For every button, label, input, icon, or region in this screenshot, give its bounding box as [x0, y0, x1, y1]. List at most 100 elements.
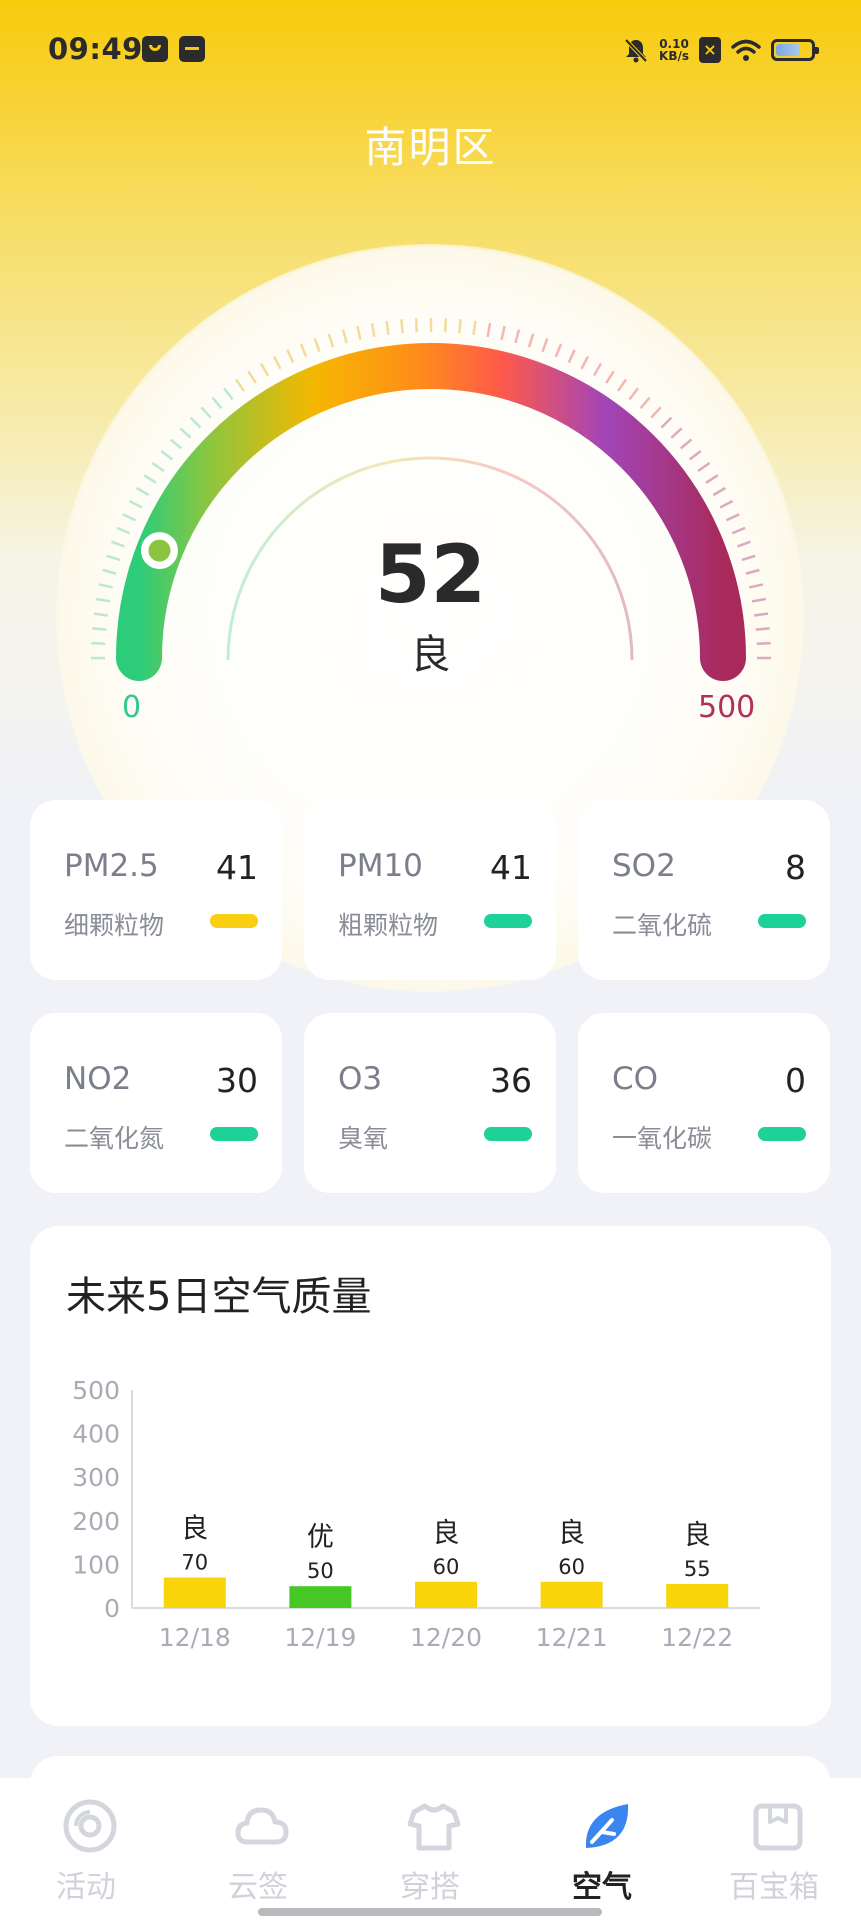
pollutant-value: 36 [490, 1061, 532, 1100]
gauge-tick [370, 322, 376, 338]
gauge-tick [128, 499, 143, 509]
gauge-tick [179, 427, 192, 439]
gauge-tick [554, 343, 563, 358]
gauge-tick [679, 438, 693, 450]
gauge-tick [725, 513, 740, 522]
y-tick-label: 0 [104, 1594, 120, 1623]
chart-bar [540, 1581, 603, 1608]
aqi-value: 52 [374, 528, 487, 621]
tab-label: 活动 [56, 1870, 116, 1905]
gauge-tick [223, 387, 234, 401]
x-tick-label: 12/22 [661, 1623, 733, 1652]
gauge-tick [616, 378, 628, 392]
pollutant-name: NO2 [64, 1061, 132, 1097]
y-tick-label: 100 [72, 1550, 120, 1579]
pollutant-level-bar [210, 914, 258, 928]
leaf-icon [585, 1804, 629, 1848]
pollutant-level-bar [758, 1127, 806, 1141]
cloud-icon [235, 1807, 289, 1845]
y-tick-label: 300 [72, 1463, 120, 1492]
gauge-tick [259, 362, 270, 377]
gauge-max-label: 500 [698, 690, 756, 725]
pollutant-level-bar [484, 914, 532, 928]
x-tick-label: 12/21 [536, 1623, 608, 1652]
gauge-tick [458, 319, 462, 334]
bar-value-label: 70 [181, 1550, 208, 1574]
pollutant-card-no2[interactable]: NO2 30 二氧化氮 [30, 1013, 282, 1193]
tab-air[interactable]: 空气 [516, 1778, 688, 1920]
pollutant-value: 41 [490, 848, 532, 887]
pollutant-card-pm10[interactable]: PM10 41 粗颗粒物 [304, 800, 556, 980]
pollutant-desc: 细颗粒物 [64, 911, 165, 940]
gauge-tick [160, 450, 174, 461]
tab-outfit[interactable]: 穿搭 [344, 1778, 516, 1920]
tab-activity[interactable]: 活动 [0, 1778, 172, 1920]
gauge-tick [688, 450, 702, 461]
gauge-tick [580, 355, 590, 370]
pollutant-value: 30 [216, 1061, 258, 1100]
y-tick-label: 500 [72, 1376, 120, 1405]
gauge-tick [200, 406, 212, 419]
pollutant-value: 41 [216, 848, 258, 887]
gauge-tick [527, 333, 535, 348]
pollutant-card-co[interactable]: CO 0 一氧化碳 [578, 1013, 830, 1193]
y-tick-label: 400 [72, 1420, 120, 1449]
bar-level-label: 良 [181, 1513, 208, 1544]
gauge-tick [189, 416, 202, 429]
gauge-tick [247, 370, 257, 384]
gauge-tick [660, 416, 673, 429]
chart-bar [415, 1581, 477, 1608]
tab-toolbox[interactable]: 百宝箱 [688, 1778, 860, 1920]
gauge-tick [341, 329, 348, 344]
gauge-tick [299, 343, 308, 358]
gauge-tick [286, 349, 295, 364]
pollutant-value: 8 [785, 848, 806, 887]
gauge-tick [211, 396, 223, 410]
gauge-tick [356, 325, 362, 340]
tab-label: 空气 [572, 1870, 632, 1905]
pollutant-name: SO2 [612, 848, 676, 884]
tab-label: 云签 [228, 1870, 288, 1905]
x-tick-label: 12/20 [410, 1623, 482, 1652]
gauge-tick [327, 333, 335, 348]
pollutant-level-bar [758, 914, 806, 928]
gauge-tick [443, 318, 448, 333]
bar-level-label: 良 [558, 1518, 585, 1549]
pollutant-card-o3[interactable]: O3 36 臭氧 [304, 1013, 556, 1193]
x-tick-label: 12/19 [284, 1623, 356, 1652]
gauge-tick [122, 513, 137, 522]
tab-label: 百宝箱 [729, 1870, 819, 1905]
gauge-tick [670, 427, 683, 439]
chart-bar [163, 1577, 226, 1608]
pollutant-level-bar [484, 1127, 532, 1141]
aqi-level: 良 [410, 632, 451, 678]
gauge-tick [500, 325, 506, 340]
treasure-box-icon [753, 1803, 803, 1851]
pollutant-card-so2[interactable]: SO2 8 二氧化硫 [578, 800, 830, 980]
tshirt-icon [407, 1803, 461, 1851]
gauge-tick [567, 349, 576, 364]
gauge-tick [514, 329, 521, 344]
gauge-tick [712, 486, 727, 497]
pollutant-name: O3 [338, 1061, 383, 1097]
home-indicator[interactable] [258, 1908, 602, 1916]
bar-value-label: 50 [307, 1559, 334, 1583]
pollutant-name: CO [612, 1061, 659, 1097]
bar-level-label: 良 [433, 1518, 460, 1549]
gauge-tick [628, 387, 639, 401]
gauge-tick [705, 474, 719, 484]
gauge-tick [486, 322, 492, 338]
pollutant-card-pm25[interactable]: PM2.5 41 细颗粒物 [30, 800, 282, 980]
pollutant-name: PM2.5 [64, 848, 159, 884]
bar-level-label: 良 [684, 1520, 711, 1551]
gauge-tick [605, 370, 615, 384]
chart-bar [666, 1584, 729, 1608]
pollutant-desc: 粗颗粒物 [338, 911, 439, 940]
tab-cloud-sign[interactable]: 云签 [172, 1778, 344, 1920]
gauge-min-label: 0 [122, 690, 142, 725]
pollutant-desc: 臭氧 [338, 1124, 389, 1153]
pollutant-value: 0 [785, 1061, 806, 1100]
chart-bar [289, 1586, 352, 1608]
bar-value-label: 60 [558, 1555, 585, 1579]
forecast-bar-chart: 0 100 200 300 400 500 70 良 12/18 50 优 12/19 60 良 12/20… [72, 1376, 760, 1652]
